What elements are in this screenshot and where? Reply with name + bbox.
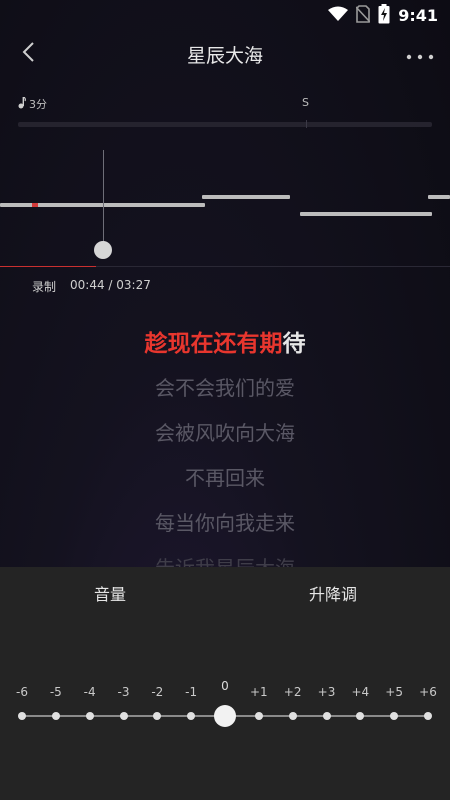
score-row: 3分 S [18, 96, 432, 114]
adjust-panel: 音量 升降调 -6 -5 -4 -3 -2 -1 0 +1 +2 +3 +4 +5 +6 [0, 567, 450, 800]
more-button[interactable] [404, 40, 436, 68]
pitch-scale-label: +4 [351, 685, 370, 699]
pitch-slider-stop[interactable] [153, 712, 162, 720]
pitch-scale-label: -3 [117, 685, 130, 699]
status-bar: 9:41 [0, 0, 450, 32]
no-sim-icon [355, 5, 371, 27]
lyric-line: 会不会我们的爱 [155, 376, 295, 400]
played-progress [0, 266, 96, 267]
pitch-bar [428, 195, 450, 199]
battery-charging-icon [378, 4, 390, 28]
pitch-scale-label: +6 [419, 685, 437, 699]
lyric-unsung-part: 待 [282, 331, 306, 357]
playback-info: 录制 00:44 / 03:27 [32, 278, 151, 295]
score-indicator: 3分 [18, 96, 47, 112]
note-icon [18, 96, 26, 112]
karaoke-screen: 9:41 星辰大海 3分 S 录制 00:44 / 03:27 趁现在还有期待 … [0, 0, 450, 800]
lyrics-panel: 趁现在还有期待 会不会我们的爱 会被风吹向大海 不再回来 每当你向我走来 告诉我… [0, 322, 450, 591]
pitch-scale-label: -4 [83, 685, 96, 699]
score-grade: S [302, 96, 309, 109]
status-time: 9:41 [398, 6, 438, 25]
playhead-handle[interactable] [94, 241, 112, 259]
pitch-scale-label: +1 [249, 685, 268, 699]
score-progress-track [18, 122, 432, 127]
pitch-scale-label: -5 [49, 685, 62, 699]
pitch-slider-stop[interactable] [390, 712, 399, 720]
pitch-slider-stop[interactable] [288, 712, 297, 720]
lyric-line: 不再回来 [185, 466, 265, 490]
pitch-visualizer [0, 150, 450, 268]
pitch-slider-stop[interactable] [85, 712, 94, 720]
tab-volume[interactable]: 音量 [94, 581, 126, 605]
lyric-line: 会被风吹向大海 [155, 421, 295, 445]
pitch-slider-stop[interactable] [424, 712, 432, 720]
wifi-icon [328, 6, 349, 26]
score-label: 3分 [29, 98, 47, 111]
pitch-slider-stop[interactable] [322, 712, 331, 720]
pitch-scale-label: +2 [283, 685, 302, 699]
page-title: 星辰大海 [186, 45, 263, 67]
record-label: 录制 [32, 280, 57, 294]
pitch-slider-stop[interactable] [356, 712, 365, 720]
current-lyric: 趁现在还有期待 [0, 322, 450, 366]
pitch-slider-stop[interactable] [254, 712, 263, 720]
pitch-scale-label: 0 [221, 679, 229, 693]
tab-pitch-shift[interactable]: 升降调 [309, 581, 357, 605]
playhead-line [103, 150, 104, 245]
pitch-slider-stop[interactable] [187, 712, 196, 720]
pitch-scale-label: +3 [317, 685, 336, 699]
pitch-scale-label: +5 [385, 685, 404, 699]
lyric-sung-part: 趁现在还有期 [144, 331, 283, 357]
pitch-slider-stop[interactable] [51, 712, 60, 720]
playback-time: 00:44 / 03:27 [70, 278, 151, 292]
pitch-slider-thumb[interactable] [214, 705, 236, 727]
pitch-scale-labels: -6 -5 -4 -3 -2 -1 0 +1 +2 +3 +4 +5 +6 [0, 679, 450, 701]
progress-track [96, 266, 450, 267]
grade-marker [306, 120, 307, 128]
pitch-bar [202, 195, 290, 199]
pitch-scale-label: -2 [151, 685, 164, 699]
top-bar: 星辰大海 [0, 32, 450, 76]
pitch-hit-marker [32, 203, 38, 207]
pitch-slider-stop[interactable] [119, 712, 128, 720]
pitch-slider-stop[interactable] [18, 712, 26, 720]
pitch-scale-label: -1 [185, 685, 198, 699]
pitch-scale-label: -6 [16, 685, 28, 699]
pitch-bar [300, 212, 432, 216]
lyric-line: 每当你向我走来 [155, 511, 295, 535]
more-horizontal-icon [406, 45, 434, 64]
status-icons: 9:41 [328, 4, 438, 28]
